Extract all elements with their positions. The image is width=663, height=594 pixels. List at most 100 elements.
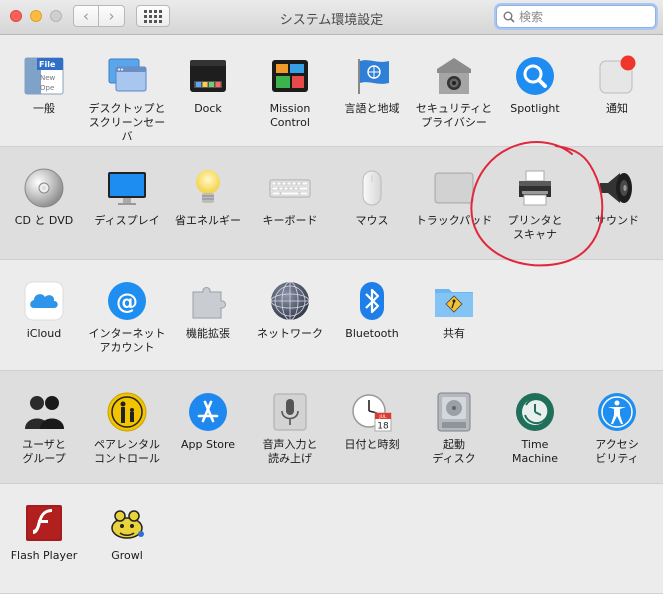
forward-button[interactable]: › xyxy=(99,5,125,27)
pref-pane-display[interactable]: ディスプレイ xyxy=(86,167,168,228)
pref-pane-mission-control[interactable]: Mission Control xyxy=(249,55,331,130)
svg-text:@: @ xyxy=(116,290,138,315)
pref-pane-label: Dock xyxy=(194,102,222,115)
pref-pane-app-store[interactable]: App Store xyxy=(167,391,249,452)
pref-pane-notifications[interactable]: 通知 xyxy=(576,55,658,116)
pref-pane-extensions[interactable]: 機能拡張 xyxy=(167,280,249,341)
flash-player-icon xyxy=(23,502,65,544)
pref-pane-label: 共有 xyxy=(443,327,465,340)
pref-pane-label: 日付と時刻 xyxy=(344,438,400,451)
pref-pane-bluetooth[interactable]: Bluetooth xyxy=(331,280,413,341)
svg-text:18: 18 xyxy=(377,422,389,432)
general-icon: File New Ope xyxy=(23,55,65,97)
pref-pane-label: 音声入力と 読み上げ xyxy=(262,438,318,465)
pref-pane-label: 起動 ディスク xyxy=(432,438,476,465)
pref-pane-sound[interactable]: サウンド xyxy=(576,167,658,228)
pref-pane-dictation-speech[interactable]: 音声入力と 読み上げ xyxy=(249,391,331,466)
pref-pane-flash-player[interactable]: Flash Player xyxy=(3,502,85,563)
pref-pane-desktop-screensaver[interactable]: デスクトップと スクリーンセーバ xyxy=(86,55,168,144)
pref-pane-label: キーボード xyxy=(262,214,318,227)
search-input[interactable] xyxy=(519,9,644,24)
security-icon xyxy=(433,55,475,97)
pref-pane-mouse[interactable]: マウス xyxy=(331,167,413,228)
pref-pane-label: マウス xyxy=(355,214,389,227)
pane-section: Flash Player Growl xyxy=(0,484,663,594)
language-region-icon xyxy=(351,55,393,97)
chevron-right-icon: › xyxy=(108,7,115,25)
pref-pane-label: アクセシ ビリティ xyxy=(595,438,639,465)
pref-pane-network[interactable]: ネットワーク xyxy=(249,280,331,341)
pref-pane-internet-accounts[interactable]: @ インターネット アカウント xyxy=(86,280,168,355)
pref-pane-startup-disk[interactable]: 起動 ディスク xyxy=(413,391,495,466)
pref-pane-label: Spotlight xyxy=(510,102,560,115)
pref-pane-dock[interactable]: Dock xyxy=(167,55,249,116)
pref-pane-label: iCloud xyxy=(26,327,62,340)
pref-pane-label: 一般 xyxy=(33,102,55,115)
pref-pane-label: プリンタと スキャナ xyxy=(507,214,563,241)
pref-pane-trackpad[interactable]: トラックパッド xyxy=(413,167,495,228)
pref-pane-time-machine[interactable]: Time Machine xyxy=(494,391,576,466)
cd-dvd-icon xyxy=(23,167,65,209)
pref-pane-date-time[interactable]: JUL 18 日付と時刻 xyxy=(331,391,413,452)
pref-pane-spotlight[interactable]: Spotlight xyxy=(494,55,576,116)
trackpad-icon xyxy=(433,167,475,209)
app-store-icon xyxy=(187,391,229,433)
search-icon xyxy=(503,11,515,23)
pane-section: File New Ope 一般 デスクトップと スクリーンセーバ Dock Mission … xyxy=(0,35,663,147)
pane-section: CD と DVD ディスプレイ 省エネルギー キーボード マウス トラックパッド プリンタと… xyxy=(0,147,663,260)
pref-pane-label: ペアレンタル コントロール xyxy=(94,438,160,465)
pane-section: iCloud @ インターネット アカウント 機能拡張 ネットワーク Bluetooth 共… xyxy=(0,260,663,371)
pref-pane-label: ネットワーク xyxy=(257,327,323,340)
pref-pane-users-groups[interactable]: ユーザと グループ xyxy=(3,391,85,466)
users-groups-icon xyxy=(23,391,65,433)
pref-pane-accessibility[interactable]: アクセシ ビリティ xyxy=(576,391,658,466)
grid-icon xyxy=(144,9,162,23)
search-field[interactable] xyxy=(496,5,656,28)
pane-section: ユーザと グループ ペアレンタル コントロール App Store 音声入力と 読み上… xyxy=(0,371,663,484)
date-time-icon: JUL 18 xyxy=(351,391,393,433)
pref-pane-keyboard[interactable]: キーボード xyxy=(249,167,331,228)
mission-control-icon xyxy=(269,55,311,97)
minimize-window-button[interactable] xyxy=(30,10,42,22)
svg-text:JUL: JUL xyxy=(378,414,387,420)
sharing-icon xyxy=(433,280,475,322)
back-button[interactable]: ‹ xyxy=(73,5,99,27)
pref-pane-parental-controls[interactable]: ペアレンタル コントロール xyxy=(86,391,168,466)
pref-pane-cd-dvd[interactable]: CD と DVD xyxy=(3,167,85,228)
svg-text:File: File xyxy=(39,60,56,69)
bluetooth-icon xyxy=(351,280,393,322)
sound-icon xyxy=(596,167,638,209)
extensions-icon xyxy=(187,280,229,322)
pref-pane-label: トラックパッド xyxy=(415,214,493,227)
network-icon xyxy=(269,280,311,322)
pref-pane-label: インターネット アカウント xyxy=(88,327,166,354)
pref-pane-label: 省エネルギー xyxy=(175,214,241,227)
internet-accounts-icon: @ xyxy=(106,280,148,322)
pref-pane-sharing[interactable]: 共有 xyxy=(413,280,495,341)
dock-icon xyxy=(187,55,229,97)
spotlight-icon xyxy=(514,55,556,97)
pref-pane-label: デスクトップと スクリーンセーバ xyxy=(88,102,166,143)
printer-icon xyxy=(514,167,556,209)
pref-pane-general[interactable]: File New Ope 一般 xyxy=(3,55,85,116)
growl-icon xyxy=(106,502,148,544)
zoom-window-button[interactable] xyxy=(50,10,62,22)
display-icon xyxy=(106,167,148,209)
mouse-icon xyxy=(351,167,393,209)
pref-pane-label: 機能拡張 xyxy=(186,327,230,340)
pref-pane-label: Mission Control xyxy=(269,102,311,129)
pref-pane-growl[interactable]: Growl xyxy=(86,502,168,563)
pref-pane-printer[interactable]: プリンタと スキャナ xyxy=(494,167,576,242)
pref-pane-label: 通知 xyxy=(606,102,628,115)
pref-pane-icloud[interactable]: iCloud xyxy=(3,280,85,341)
show-all-button[interactable] xyxy=(136,5,170,27)
pref-pane-label: CD と DVD xyxy=(14,214,74,227)
pref-pane-security[interactable]: セキュリティと プライバシー xyxy=(413,55,495,130)
startup-disk-icon xyxy=(433,391,475,433)
chevron-left-icon: ‹ xyxy=(83,7,89,25)
close-window-button[interactable] xyxy=(10,10,22,22)
notifications-icon xyxy=(596,55,638,97)
pref-pane-energy-saver[interactable]: 省エネルギー xyxy=(167,167,249,228)
accessibility-icon xyxy=(596,391,638,433)
pref-pane-language-region[interactable]: 言語と地域 xyxy=(331,55,413,116)
